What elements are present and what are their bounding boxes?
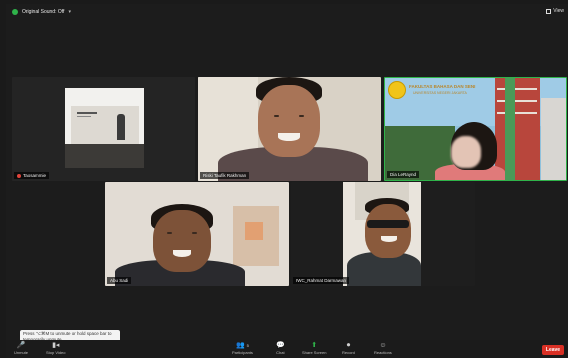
reactions-button[interactable]: ☺ Reactions [374,341,392,355]
original-sound-label: Original Sound: Off [22,9,65,15]
chat-icon: 💬 [276,342,285,349]
participant-face [153,210,211,272]
participant-name-tag: Abu Sadi [107,277,132,284]
presenter-figure [117,114,125,140]
share-screen-button[interactable]: ⬆ Share Screen [302,341,326,355]
participant-face [365,204,411,258]
building-green-stripe [505,78,515,180]
leave-button[interactable]: Leave [542,345,564,355]
participant-name: IWC_Rahmat Darmawan [296,278,347,283]
banner-line-2: UNIVERSITAS NEGERI JAKARTA [413,91,467,95]
original-sound-toggle[interactable]: Original Sound: Off ▾ [12,9,71,15]
view-label: View [553,8,564,14]
chat-label: Chat [276,350,285,355]
banner-line-1: FAKULTAS BAHASA DAN SENI [409,84,476,89]
participants-icon: 👥 5 [236,342,249,349]
participant-name-tag: Taosammie [14,172,50,179]
video-feed [343,182,421,286]
participants-label: Participants [232,350,253,355]
muted-mic-icon [17,173,21,178]
reactions-icon: ☺ [379,342,387,349]
chat-button[interactable]: 💬 Chat [276,341,285,355]
slide-wall [71,106,139,144]
unmute-label: Unmute [14,350,29,355]
video-tile-taosammie[interactable]: Taosammie [12,77,195,181]
sound-status-icon [12,9,18,15]
record-button[interactable]: ⏺ Record [342,341,355,355]
participant-name-tag: Riski Taufik Rakhman [200,172,250,179]
grid-icon [546,8,552,14]
participant-name-tag: Dia LeRaynd [387,171,420,178]
record-icon: ⏺ [346,342,351,349]
view-button[interactable]: View [546,8,564,14]
stop-video-label: Stop Video [46,350,66,355]
share-screen-icon: ⬆ [311,342,318,349]
video-camera-icon: ▮◂ [52,342,60,349]
participant-face-blurred [451,136,481,168]
reactions-label: Reactions [374,350,392,355]
participant-name-tag: IWC_Rahmat Darmawan [293,277,350,284]
chevron-down-icon: ▾ [68,9,71,15]
participant-name: Dia LeRaynd [390,172,417,177]
participants-button[interactable]: 👥 5 Participants [232,341,253,355]
participant-name: Abu Sadi [110,278,129,283]
video-tile-dia[interactable]: FAKULTAS BAHASA DAN SENI UNIVERSITAS NEG… [384,77,567,181]
participant-smile [173,250,191,257]
participant-smile [278,133,300,141]
meeting-window [6,4,568,358]
video-tile-abu[interactable]: Abu Sadi [105,182,289,286]
share-screen-label: Share Screen [302,350,327,355]
participant-face [258,85,320,157]
university-logo [388,81,406,99]
sunglasses [367,220,409,228]
participant-name: Taosammie [23,173,47,178]
stop-video-button[interactable]: ▮◂ Stop Video [46,341,66,355]
record-label: Record [342,350,355,355]
top-bar: Original Sound: Off ▾ View [6,4,568,20]
participant-name: Riski Taufik Rakhman [203,173,247,178]
microphone-muted-icon: 🎤 [16,342,26,349]
participant-smile [381,236,397,242]
side-building [541,98,566,180]
building [495,78,540,180]
meeting-toolbar: 🎤 Unmute ▮◂ Stop Video 👥 5 Participants … [6,340,568,358]
unmute-button[interactable]: 🎤 Unmute [14,341,28,355]
participant-eyes [274,115,304,117]
participants-count: 5 [246,343,249,348]
participant-eyes [167,232,197,234]
shared-slide-thumbnail [65,88,144,168]
video-tile-riski[interactable]: Riski Taufik Rakhman [198,77,381,181]
video-tile-rahmat[interactable]: IWC_Rahmat Darmawan [291,182,475,286]
slide-floor [65,144,144,168]
